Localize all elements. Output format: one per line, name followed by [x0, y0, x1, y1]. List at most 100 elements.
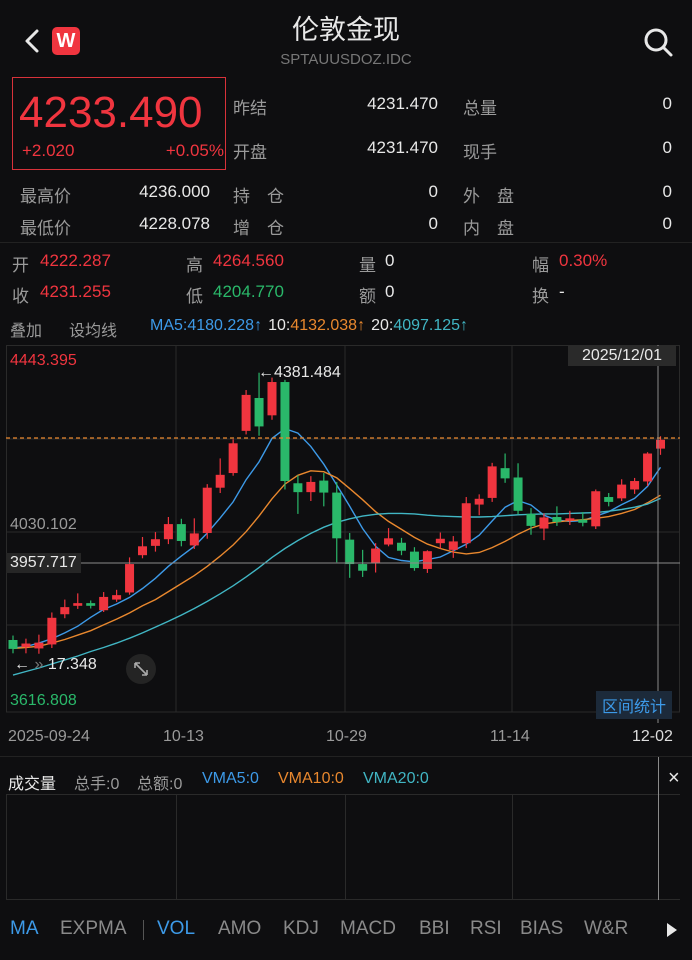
tab-rsi[interactable]: RSI [470, 918, 502, 940]
ma10-value: 4132.038↑ [290, 317, 366, 334]
candle-body [21, 643, 31, 648]
candle-body [539, 517, 549, 529]
candle-body [202, 487, 212, 533]
kline-turnover-label: 换 [532, 287, 549, 306]
kline-close-label: 收 [12, 287, 29, 306]
volume-chart [6, 794, 680, 900]
field-value-inner: 0 [662, 214, 672, 233]
max-price-value: 4381.484 [274, 364, 341, 381]
field-label-high: 最高价 [20, 187, 71, 206]
candle-body [163, 524, 173, 540]
vma20-value: VMA20:0 [363, 770, 429, 787]
candle-body [306, 481, 316, 493]
candle-body [578, 519, 588, 523]
set-ma-button[interactable]: 设均线 [69, 317, 117, 341]
kline-amplitude-value: 0.30% [559, 251, 608, 270]
fullscreen-icon[interactable] [126, 654, 156, 684]
candle-body [267, 382, 277, 416]
ma5-value: MA5:4180.228↑ [150, 317, 263, 334]
min-price-marker: ← » 17.348 [14, 656, 97, 673]
field-label-prev-settle: 昨结 [233, 99, 267, 118]
field-value-open: 4231.470 [367, 138, 438, 157]
divider [0, 242, 692, 243]
tab-bbi[interactable]: BBI [419, 918, 450, 940]
candle-body [526, 513, 536, 526]
candle-body [241, 394, 251, 431]
kline-close-value: 4231.255 [40, 282, 111, 301]
overlay-button[interactable]: 叠加 [10, 317, 42, 341]
tab-wr[interactable]: W&R [584, 918, 628, 940]
chart-mid-price: 4030.102 [10, 516, 77, 533]
kline-turnover-value: - [559, 282, 565, 301]
candle-body [125, 564, 135, 593]
date-label: 12-02 [632, 728, 673, 745]
candle-body [332, 492, 342, 539]
candle-body [422, 551, 432, 569]
candle-body [254, 398, 264, 427]
candle-body [280, 382, 290, 482]
candle-body [60, 607, 70, 615]
date-label: 10-13 [163, 728, 204, 745]
candle-body [73, 603, 83, 606]
candle-body [319, 480, 329, 493]
field-label-outer: 外 盘 [463, 187, 514, 206]
candle-body [487, 466, 497, 498]
min-price-value: 17.348 [47, 656, 97, 673]
search-icon[interactable] [642, 26, 674, 58]
volume-title: 成交量 [8, 776, 57, 793]
tab-bias[interactable]: BIAS [520, 918, 563, 940]
candle-body [513, 477, 523, 511]
field-value-total-volume: 0 [662, 94, 672, 113]
candle-body [189, 533, 199, 546]
candle-body [448, 541, 458, 550]
candle-body [150, 539, 160, 546]
candle-body [552, 517, 562, 522]
kline-volume-label: 量 [359, 256, 376, 275]
candle-body [371, 548, 381, 564]
ma10-label: 10: [268, 317, 291, 334]
kline-chart[interactable] [0, 345, 692, 723]
price-change: +2.020 [22, 141, 75, 160]
candle-body [435, 538, 445, 544]
divider [0, 756, 692, 757]
tab-expma[interactable]: EXPMA [60, 918, 127, 940]
candle-body [34, 642, 44, 649]
candle-body [409, 551, 419, 569]
candle-body [474, 498, 484, 505]
volume-cursor-line [658, 757, 659, 900]
kline-high-value: 4264.560 [213, 251, 284, 270]
vma5-value: VMA5:0 [202, 770, 259, 787]
date-label: 11-14 [490, 728, 530, 745]
tab-vol[interactable]: VOL [157, 918, 195, 940]
close-volume-button[interactable]: × [668, 767, 680, 790]
candle-body [8, 639, 18, 649]
tab-macd[interactable]: MACD [340, 918, 396, 940]
field-label-current-hand: 现手 [463, 143, 497, 162]
chart-bottom-price: 3616.808 [10, 692, 77, 709]
candle-body [47, 617, 57, 645]
candle-body [630, 481, 640, 490]
field-label-low: 最低价 [20, 219, 71, 238]
cursor-price-label: 3957.717 [6, 553, 81, 573]
tab-kdj[interactable]: KDJ [283, 918, 319, 940]
tab-ma[interactable]: MA [10, 918, 39, 940]
more-tabs-icon[interactable] [664, 920, 680, 940]
candle-body [99, 596, 109, 611]
max-price-marker: ←4381.484 [258, 364, 341, 381]
candle-body [228, 443, 238, 474]
current-price: 4233.490 [19, 88, 203, 137]
ma-values: MA5:4180.228↑ 10:4132.038↑ 20:4097.125↑ [150, 317, 468, 335]
candle-body [565, 518, 575, 521]
candle-body [591, 491, 601, 527]
candle-body [643, 453, 653, 482]
date-label: 2025-09-24 [8, 728, 90, 745]
range-stats-button[interactable]: 区间统计 [596, 691, 673, 719]
field-label-inner: 内 盘 [463, 219, 514, 238]
ma20-value: 4097.125↑ [393, 317, 469, 334]
kline-amount-label: 额 [359, 287, 376, 306]
candle-body [617, 484, 627, 499]
field-label-open: 开盘 [233, 143, 267, 162]
tab-amo[interactable]: AMO [218, 918, 261, 940]
candle-body [215, 474, 225, 488]
volume-total-amount: 总额:0 [137, 776, 183, 793]
